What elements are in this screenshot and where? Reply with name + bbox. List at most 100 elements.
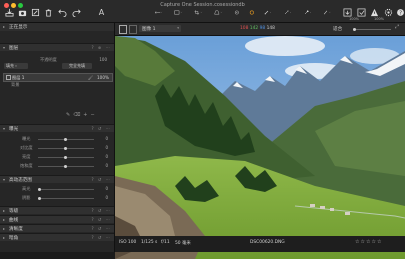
layer-checkbox[interactable] (6, 75, 11, 80)
chevron-down-icon: ▾ (15, 64, 17, 68)
fullscreen-icon[interactable]: ⤢ (395, 24, 399, 30)
clarity-section-title: 清晰度 (9, 226, 23, 232)
text-tool-icon[interactable]: A (97, 8, 106, 17)
zoom-slider[interactable] (353, 28, 391, 31)
eyedropper-icon[interactable] (299, 8, 317, 17)
highlight-value[interactable]: 0 (100, 186, 108, 191)
move-tool-icon[interactable] (150, 8, 166, 17)
focal-readout: 50 毫米 (175, 241, 191, 246)
camera-icon[interactable] (18, 8, 27, 17)
curve-section-title: 曲线 (9, 217, 19, 223)
clarity-section-header[interactable]: ▸ 清晰度 ? ↺ ⋯ (0, 224, 114, 232)
section-options-icons[interactable]: ? ↺ ⋯ (91, 208, 111, 213)
exposure-value[interactable]: 0 (100, 136, 108, 141)
keystone-tool-icon[interactable] (210, 8, 226, 17)
levels-section-header[interactable]: ▸ 等级 ? ↺ ⋯ (0, 206, 114, 214)
pan-tool-icon[interactable] (170, 8, 186, 17)
export-icon[interactable] (31, 8, 40, 17)
opacity-value[interactable]: 100 (90, 57, 107, 62)
contrast-value[interactable]: 0 (100, 145, 108, 150)
zoom-knob[interactable] (353, 28, 356, 31)
gradient-tool-icon[interactable] (279, 8, 297, 17)
shadow-label: 阴影 (22, 195, 31, 200)
exposure-section-title: 曝光 (9, 126, 19, 132)
layers-section-title: 图层 (9, 45, 19, 51)
vignette-section-header[interactable]: ▸ 暗角 ? ↺ ⋯ (0, 233, 114, 241)
fill-mode-label: 填充 (6, 63, 14, 68)
brush-icon: 🖌 (88, 75, 94, 80)
section-options-icons[interactable]: ? ⊕ ⋯ (91, 45, 111, 50)
chevron-right-icon: ▸ (3, 235, 6, 240)
color-readouts: 108 142 98 148 (240, 26, 275, 31)
brightness-value[interactable]: 0 (100, 154, 108, 159)
saturation-slider[interactable] (38, 165, 94, 168)
star-rating[interactable]: ☆☆☆☆☆ (355, 239, 382, 245)
section-options-icons[interactable]: ? ↺ ⋯ (91, 177, 111, 182)
proof-icon[interactable] (357, 8, 366, 17)
annotate-icon[interactable] (319, 8, 335, 17)
import-icon[interactable] (5, 8, 14, 17)
exposure-section-header[interactable]: ▾ 曝光 ? ↺ ⋯ (0, 124, 114, 132)
delete-icon[interactable] (44, 8, 53, 17)
curve-section-header[interactable]: ▸ 曲线 ? ↺ ⋯ (0, 215, 114, 223)
fill-mode-select[interactable]: 填充 ▾ (4, 63, 28, 69)
chevron-down-icon: ▾ (3, 126, 6, 131)
aperture-readout: f/11 (161, 240, 170, 245)
saturation-value[interactable]: 0 (100, 163, 108, 168)
contrast-slider[interactable] (38, 147, 94, 150)
slider-knob[interactable] (64, 147, 67, 150)
layer-row-selected[interactable]: 图层 1 🖌 100% (3, 73, 113, 82)
red-readout: 108 (240, 25, 249, 31)
star-icon[interactable]: ☆ (377, 239, 382, 245)
hdr-section-header[interactable]: ▾ 高动态范围 ? ↺ ⋯ (0, 175, 114, 183)
zoom-fit-label[interactable]: 适合 (333, 26, 342, 32)
slider-knob[interactable] (64, 165, 67, 168)
section-options-icons[interactable]: ? ↺ ⋯ (91, 217, 111, 222)
slider-knob[interactable] (64, 156, 67, 159)
viewer-bar: 图像 1 ▾ 108 142 98 148 适合 ⤢ (115, 23, 405, 36)
slider-knob[interactable] (64, 138, 67, 141)
spot-removal-icon[interactable] (230, 8, 246, 17)
chevron-down-icon: ▾ (3, 177, 6, 182)
section-options-icons[interactable]: ? ↺ ⋯ (91, 226, 111, 231)
help-icon[interactable]: ? (396, 8, 405, 17)
slider-knob[interactable] (38, 188, 41, 191)
brightness-label: 亮度 (22, 154, 31, 159)
section-options-icons[interactable]: ? ↺ ⋯ (91, 235, 111, 240)
fill-complete-button[interactable]: 完全充填 (62, 63, 92, 69)
tool-sidebar: ▸ 正在显示 ▾ 图层 ? ⊕ ⋯ 不透明度 100 填充 ▾ 完全充填 图层 … (0, 23, 115, 252)
brush-tool-icon[interactable] (259, 8, 277, 17)
highlight-slider[interactable] (38, 188, 94, 191)
iso-readout: ISO 100 (119, 240, 137, 245)
shadow-slider[interactable] (38, 197, 94, 200)
brightness-slider[interactable] (38, 156, 94, 159)
redo-icon[interactable] (72, 8, 81, 17)
warning-icon[interactable] (370, 8, 379, 17)
section-options-icons[interactable]: ? ↺ ⋯ (91, 126, 111, 131)
settings-icon[interactable] (384, 8, 393, 17)
chevron-right-icon: ▸ (3, 208, 6, 213)
crop-tool-icon[interactable] (190, 8, 206, 17)
single-view-icon[interactable] (119, 25, 127, 34)
blue-readout: 98 (259, 25, 266, 31)
layers-section-header[interactable]: ▾ 图层 ? ⊕ ⋯ (0, 43, 114, 51)
layer-row-background[interactable]: 背景 (3, 82, 111, 88)
status-bar: ISO 100 1/125 s f/11 50 毫米 DSC00620.DNG … (115, 236, 405, 252)
remove-layer-icon[interactable]: − (90, 112, 97, 118)
download-icon[interactable] (343, 8, 352, 17)
collapse-icon[interactable]: ▸ (3, 24, 5, 29)
multi-view-icon[interactable] (129, 25, 137, 34)
filename-label: DSC00620.DNG (250, 240, 285, 245)
exposure-slider[interactable] (38, 138, 94, 141)
erase-icon[interactable]: ⌫ (73, 112, 83, 118)
image-viewer: 图像 1 ▾ 108 142 98 148 适合 ⤢ (115, 23, 405, 259)
slider-knob[interactable] (38, 197, 41, 200)
layer-name: 图层 1 (12, 74, 25, 80)
collection-select[interactable]: 图像 1 ▾ (139, 25, 181, 32)
undo-icon[interactable] (58, 8, 67, 17)
layer-controls[interactable]: ✎⌫+− (66, 112, 98, 118)
shadow-value[interactable]: 0 (100, 195, 108, 200)
chevron-right-icon: ▸ (3, 217, 6, 222)
saturation-label: 饱和度 (20, 163, 33, 168)
green-readout: 142 (249, 25, 259, 31)
